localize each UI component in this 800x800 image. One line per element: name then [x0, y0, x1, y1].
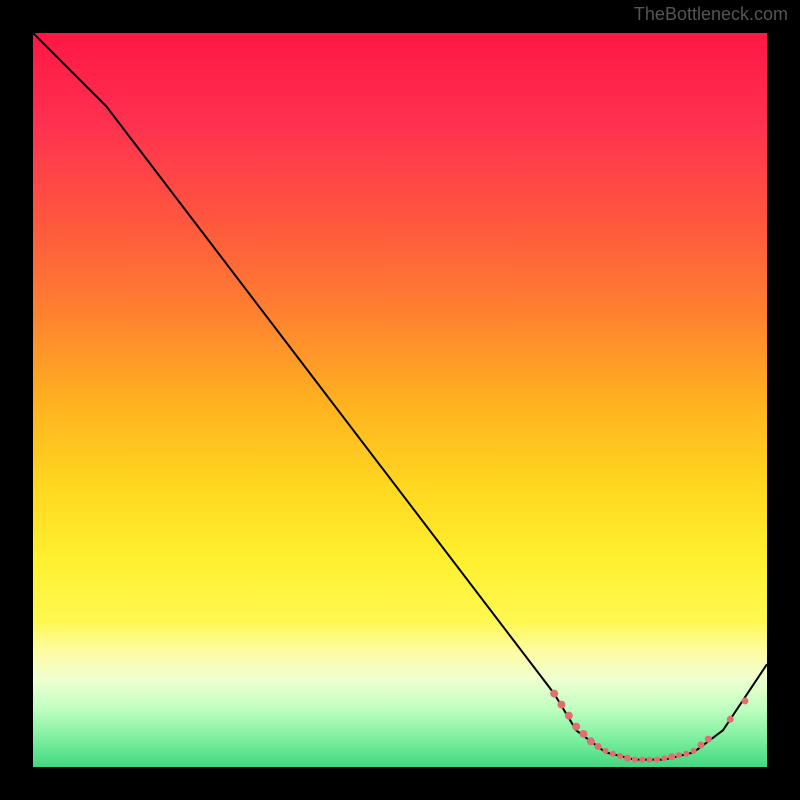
data-point [595, 743, 602, 750]
data-point [580, 730, 588, 738]
chart-container [33, 33, 767, 767]
data-point [565, 712, 573, 720]
data-point [572, 723, 580, 731]
data-point [639, 757, 645, 763]
data-point [741, 697, 748, 704]
data-point [727, 716, 734, 723]
data-points-group [550, 690, 748, 763]
data-point [691, 748, 697, 754]
chart-line [33, 33, 767, 760]
data-point [654, 757, 660, 763]
data-point [550, 690, 558, 698]
data-point [632, 757, 638, 763]
data-point [697, 741, 704, 748]
data-point [603, 748, 609, 754]
watermark-text: TheBottleneck.com [634, 4, 788, 25]
chart-svg [33, 33, 767, 767]
data-point [557, 701, 565, 709]
data-point [676, 752, 682, 758]
data-point [647, 757, 653, 763]
data-point [683, 751, 689, 757]
data-point [661, 755, 667, 761]
data-point [610, 751, 616, 757]
data-point [705, 736, 712, 743]
data-point [587, 737, 595, 745]
data-point [624, 755, 631, 762]
data-point [668, 753, 675, 760]
data-point [617, 753, 623, 759]
